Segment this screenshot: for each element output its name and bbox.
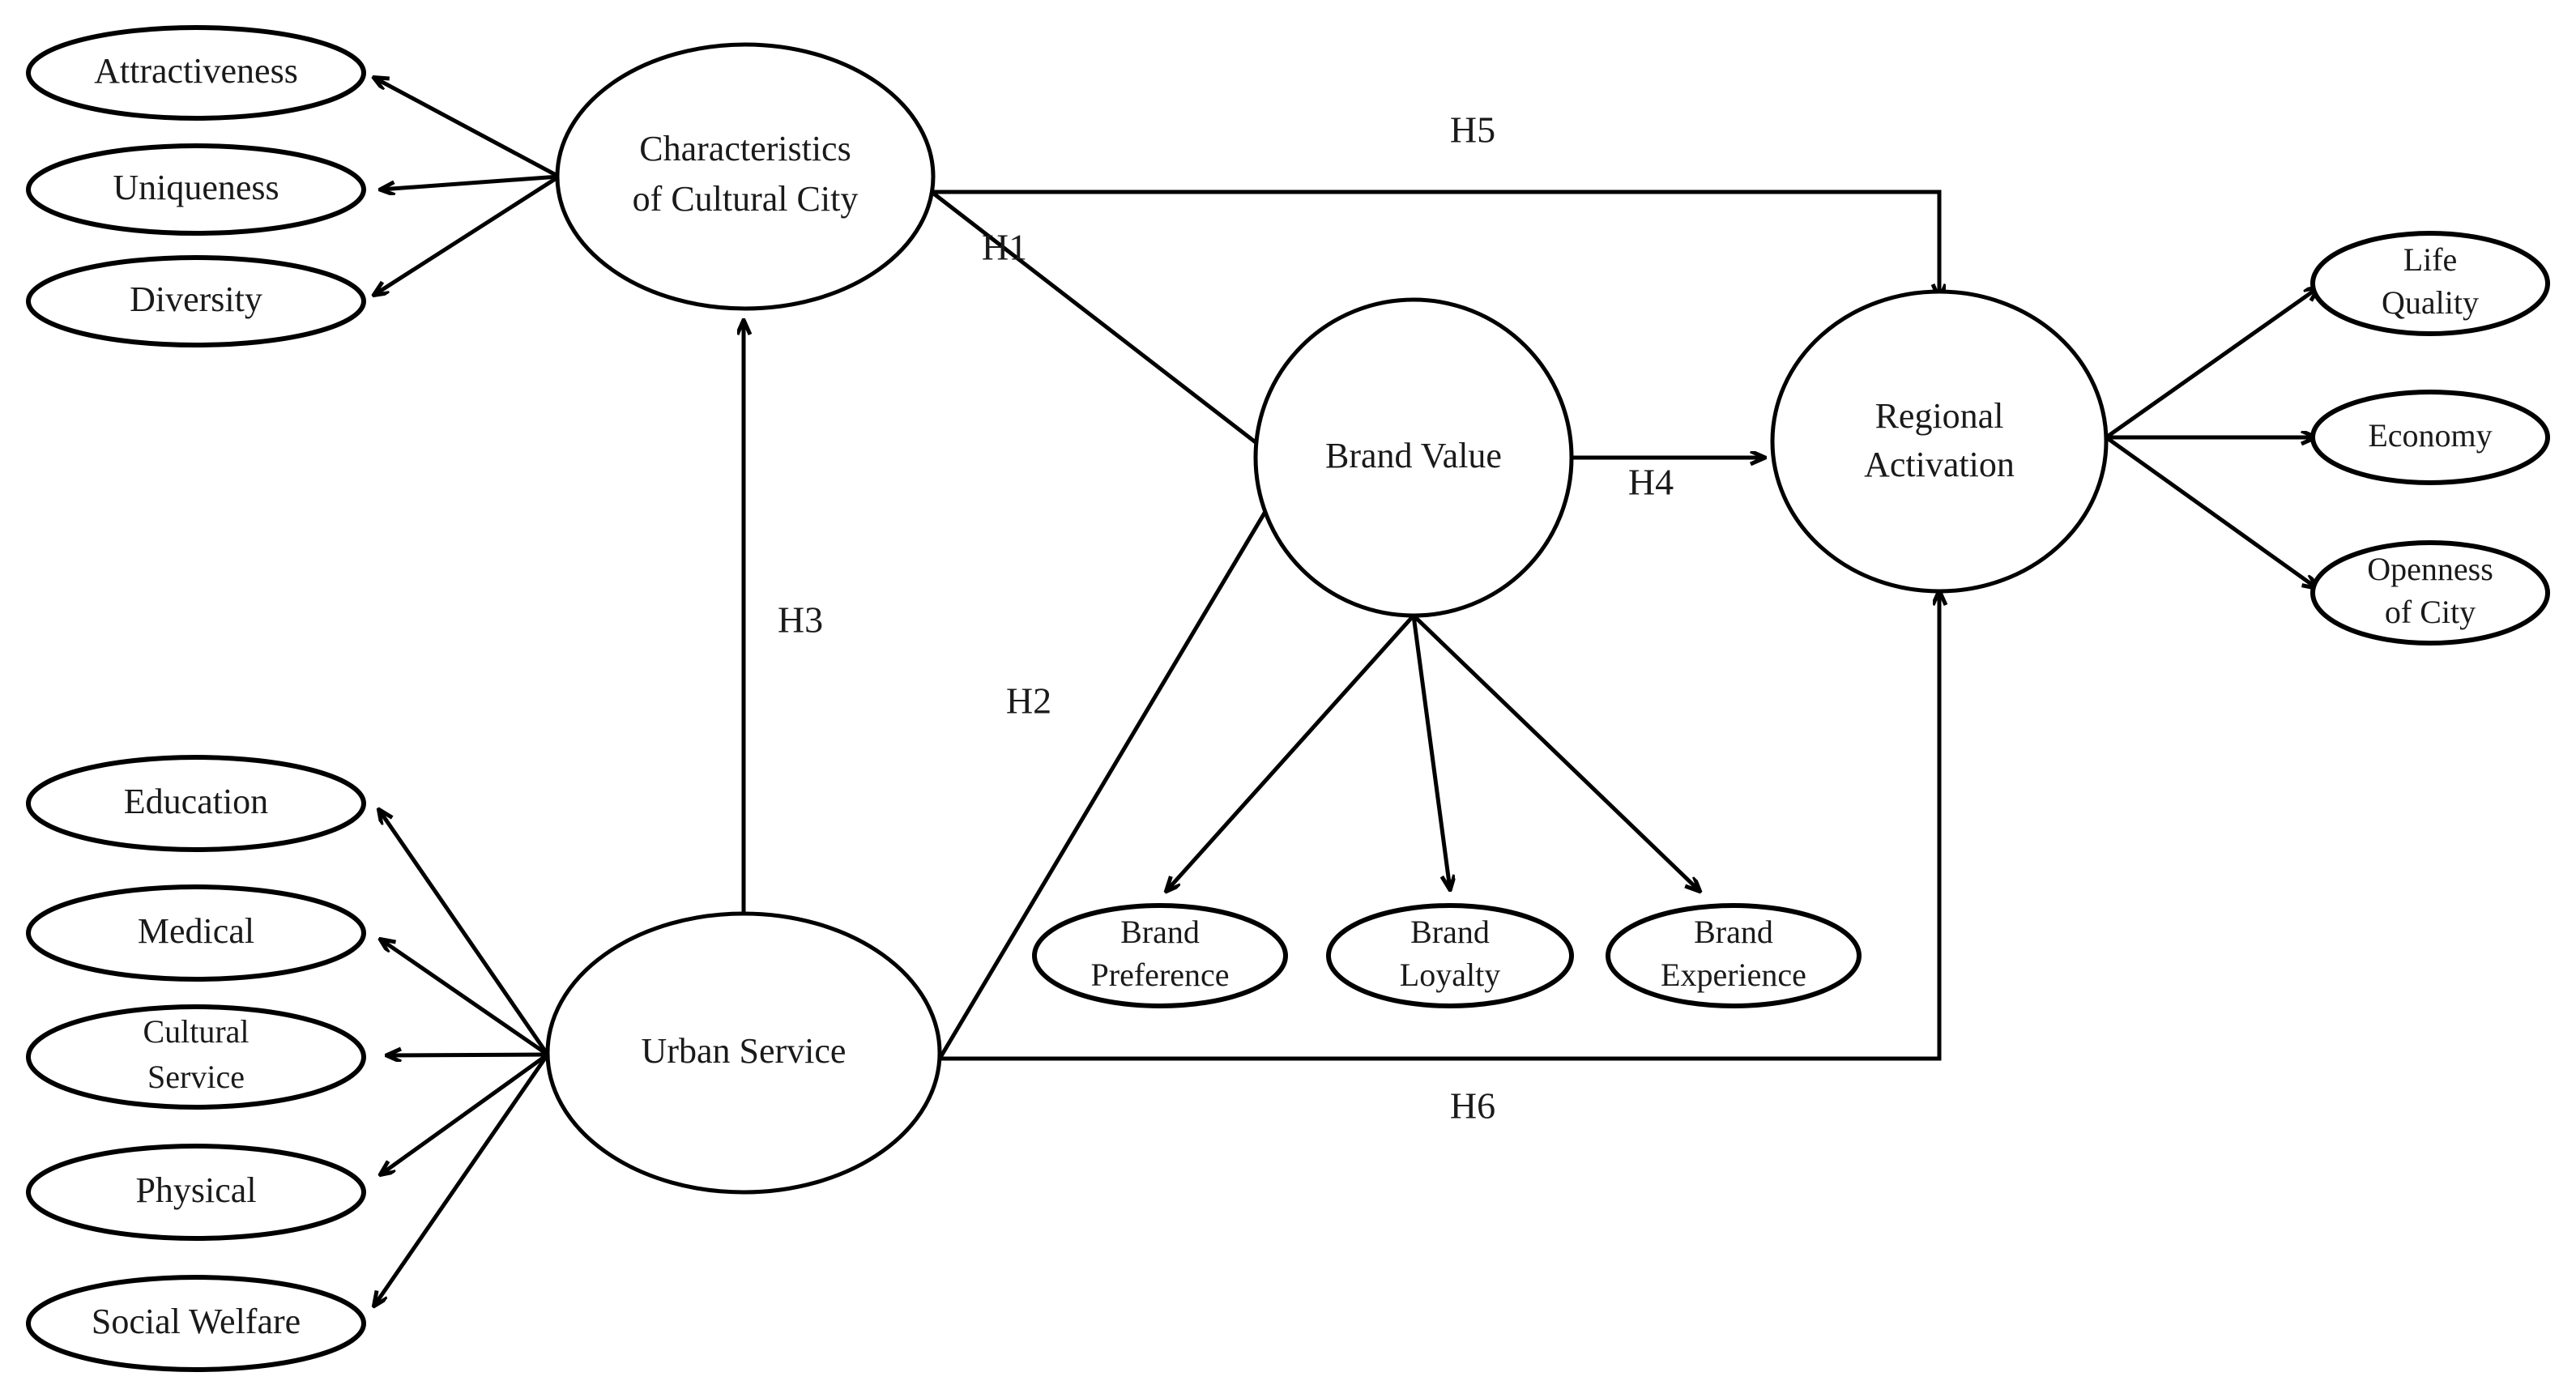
edge-us-education xyxy=(379,810,550,1056)
node-brand-experience[interactable]: Brand Experience xyxy=(1606,903,1862,1008)
brand-value-label: Brand Value xyxy=(1325,436,1502,475)
research-model-diagram: Attractiveness Uniqueness Diversity Educ… xyxy=(0,0,2576,1385)
edge-bv-brand-loyalty xyxy=(1411,615,1450,889)
edge-ra-openness-of-city xyxy=(2105,435,2317,588)
physical-label: Physical xyxy=(135,1170,256,1210)
economy-label: Economy xyxy=(2368,417,2492,454)
hypothesis-label-h6: H6 xyxy=(1450,1085,1495,1127)
node-attractiveness[interactable]: Attractiveness xyxy=(26,25,366,121)
life-quality-label-line1: Life xyxy=(2403,241,2458,278)
node-physical[interactable]: Physical xyxy=(26,1144,366,1241)
edges-brand-value-indicators xyxy=(1166,614,1700,891)
hypothesis-label-h3: H3 xyxy=(778,599,823,641)
hypothesis-label-h5: H5 xyxy=(1450,109,1495,151)
cultural-city-label-line1: Characteristics xyxy=(639,129,851,168)
brand-experience-label-line2: Experience xyxy=(1661,957,1806,993)
node-life-quality[interactable]: Life Quality xyxy=(2310,231,2550,336)
edge-cc-attractiveness xyxy=(374,78,561,179)
brand-loyalty-label-line1: Brand xyxy=(1410,914,1490,950)
node-economy[interactable]: Economy xyxy=(2310,390,2550,485)
education-label: Education xyxy=(124,782,268,821)
edge-bv-brand-experience xyxy=(1412,614,1700,891)
node-social-welfare[interactable]: Social Welfare xyxy=(26,1275,366,1372)
cultural-city-label-line2: of Cultural City xyxy=(633,179,859,219)
cultural-service-label-line1: Cultural xyxy=(143,1013,249,1050)
regional-activation-label-line1: Regional xyxy=(1875,396,2004,436)
model-canvas: Attractiveness Uniqueness Diversity Educ… xyxy=(26,25,2550,1372)
uniqueness-label: Uniqueness xyxy=(113,168,279,207)
hypothesis-label-h2: H2 xyxy=(1006,680,1051,722)
edge-us-medical xyxy=(381,940,549,1057)
node-brand-loyalty[interactable]: Brand Loyalty xyxy=(1326,903,1574,1008)
edge-cc-diversity xyxy=(374,174,561,295)
openness-of-city-label-line2: of City xyxy=(2385,594,2476,630)
openness-of-city-label-line1: Openness xyxy=(2367,551,2493,587)
edges-regional-activation-outcomes xyxy=(2105,288,2318,588)
brand-loyalty-label-line2: Loyalty xyxy=(1400,957,1500,993)
node-brand-value[interactable]: Brand Value xyxy=(1253,297,1574,618)
life-quality-label-line2: Quality xyxy=(2382,284,2479,321)
diversity-label: Diversity xyxy=(130,279,262,319)
node-urban-service[interactable]: Urban Service xyxy=(545,911,942,1195)
edge-bv-brand-preference xyxy=(1166,614,1415,891)
node-medical[interactable]: Medical xyxy=(26,884,366,982)
hypothesis-label-h1: H1 xyxy=(982,227,1027,268)
node-characteristics-of-cultural-city[interactable]: Characteristics of Cultural City xyxy=(555,42,936,311)
node-regional-activation[interactable]: Regional Activation xyxy=(1770,289,2109,594)
social-welfare-label: Social Welfare xyxy=(92,1302,301,1341)
node-brand-preference[interactable]: Brand Preference xyxy=(1032,903,1288,1008)
edges-cultural-city-indicators xyxy=(374,78,561,295)
urban-service-label: Urban Service xyxy=(642,1031,847,1071)
edge-us-physical xyxy=(381,1052,549,1174)
hypothesis-label-h4: H4 xyxy=(1628,462,1674,503)
regional-activation-label-line2: Activation xyxy=(1864,445,2015,484)
medical-label: Medical xyxy=(138,911,254,951)
edge-ra-life-quality xyxy=(2105,288,2318,440)
edge-cc-uniqueness xyxy=(381,174,560,190)
edge-h5-cultural-city-to-regional-activation xyxy=(932,190,1939,298)
edges-urban-service-indicators xyxy=(374,810,550,1306)
brand-preference-label-line2: Preference xyxy=(1091,957,1230,993)
node-education[interactable]: Education xyxy=(26,755,366,852)
cultural-service-label-line2: Service xyxy=(147,1059,245,1095)
node-cultural-service[interactable]: Cultural Service xyxy=(26,1004,366,1110)
node-uniqueness[interactable]: Uniqueness xyxy=(26,143,366,236)
brand-experience-label-line1: Brand xyxy=(1694,914,1773,950)
attractiveness-label: Attractiveness xyxy=(94,51,298,91)
edge-us-social-welfare xyxy=(374,1053,550,1306)
brand-preference-label-line1: Brand xyxy=(1120,914,1200,950)
node-openness-of-city[interactable]: Openness of City xyxy=(2310,540,2550,646)
node-diversity[interactable]: Diversity xyxy=(26,255,366,347)
